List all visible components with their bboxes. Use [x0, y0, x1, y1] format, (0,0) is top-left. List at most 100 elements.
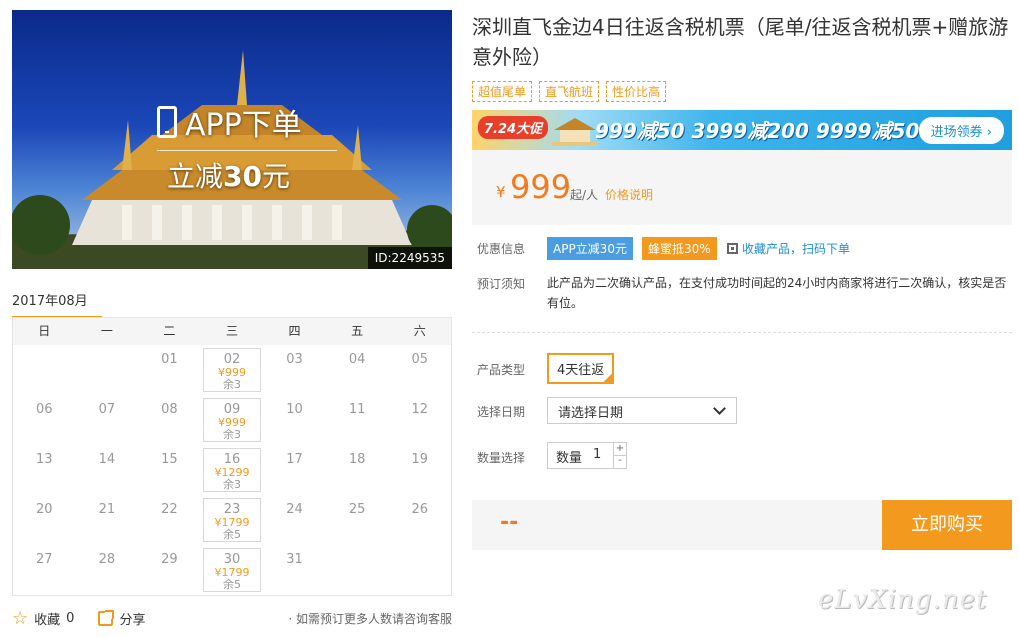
calendar-day: 12	[388, 395, 451, 445]
chevron-down-icon	[713, 402, 726, 415]
honey-discount-badge: 蜂蜜抵30%	[642, 237, 717, 260]
weekday-label: 日	[38, 324, 51, 338]
calendar-day: 05	[388, 345, 451, 395]
product-hero-image: APP下单 立减30元 ID:2249535	[12, 10, 452, 269]
total-price: --	[500, 510, 519, 535]
calendar-month-tab[interactable]: 2017年08月	[12, 290, 102, 319]
day-number: 24	[286, 502, 303, 517]
date-select[interactable]: 请选择日期	[547, 397, 737, 424]
quantity-decrease-button[interactable]: -	[613, 455, 626, 468]
quantity-label: 数量选择	[477, 451, 526, 465]
calendar-day: 07	[76, 395, 139, 445]
calendar-day: 11	[326, 395, 389, 445]
notice-label: 预订须知	[477, 277, 526, 291]
calendar-day: 18	[326, 445, 389, 495]
left-footer: ☆ 收藏 0 分享 · 如需预订更多人数请咨询客服	[12, 609, 452, 628]
weekday-label: 六	[413, 324, 426, 338]
price-unit: 起/人	[570, 188, 599, 202]
day-number: 17	[286, 452, 303, 467]
calendar-day: 10	[263, 395, 326, 445]
promo-banner[interactable]: 7.24大促 999减50 3999减200 9999减500 进场领券 ›	[472, 110, 1012, 150]
quantity-stepper[interactable]: 数量 1 + -	[547, 442, 627, 469]
get-coupon-button[interactable]: 进场领券 ›	[918, 117, 1004, 144]
day-number: 08	[161, 402, 178, 417]
product-tag: 直飞航班	[539, 81, 600, 102]
calendar-day: 19	[388, 445, 451, 495]
site-watermark: eLvXing.net	[818, 585, 988, 615]
day-number: 31	[286, 552, 303, 567]
day-number: 14	[98, 452, 116, 467]
calendar-day-available[interactable]: 30 ¥1799 余5	[202, 548, 262, 592]
day-number: 22	[161, 502, 178, 517]
calendar-weekday-header: 日一二三四五六	[13, 318, 451, 345]
calendar-day: 24	[263, 495, 326, 545]
weekday-label: 四	[288, 324, 301, 338]
product-tag: 超值尾单	[472, 81, 533, 102]
product-type-option-selected[interactable]: 4天往返	[547, 353, 615, 384]
favorite-count: 0	[66, 611, 75, 626]
calendar-day-available[interactable]: 02 ¥999 余3	[202, 348, 262, 392]
promo-line2: 立减30元	[167, 160, 290, 193]
promo-divider	[157, 150, 337, 151]
share-button[interactable]: 分享	[98, 609, 145, 628]
day-number: 10	[286, 402, 303, 417]
star-icon: ☆	[12, 607, 29, 629]
day-number: 03	[286, 352, 303, 367]
banner-slogan: 999减50 3999减200 9999减500	[595, 119, 934, 143]
qr-order-text: 收藏产品，扫码下单	[742, 242, 851, 256]
calendar-day-available[interactable]: 16 ¥1299 余3	[202, 448, 262, 492]
calendar-day: 27	[13, 545, 76, 595]
app-discount-badge: APP立减30元	[547, 237, 633, 260]
purchase-bar: -- 立即购买	[472, 500, 1012, 550]
day-number: 05	[411, 352, 428, 367]
calendar-day: 29	[138, 545, 201, 595]
day-remaining: 余3	[222, 378, 241, 391]
day-number: 23	[223, 502, 241, 517]
day-number: 21	[98, 502, 116, 517]
calendar-day: 31	[263, 545, 326, 595]
price-explanation-link[interactable]: 价格说明	[605, 186, 653, 203]
day-number: 01	[161, 352, 178, 367]
calendar-day: 03	[263, 345, 326, 395]
day-number: 27	[36, 552, 53, 567]
share-label: 分享	[119, 613, 146, 628]
calendar-day: 28	[76, 545, 139, 595]
calendar-day-available[interactable]: 23 ¥1799 余5	[202, 498, 262, 542]
weekday-label: 一	[100, 324, 113, 338]
favorite-button[interactable]: ☆ 收藏 0	[12, 609, 74, 628]
app-promo-overlay: APP下单 立减30元	[157, 100, 337, 195]
weekday-label: 三	[225, 324, 238, 338]
product-title: 深圳直飞金边4日往返含税机票（尾单/往返含税机票+赠旅游意外险）	[472, 15, 1009, 69]
day-number: 30	[223, 552, 241, 567]
calendar-day: 17	[263, 445, 326, 495]
calendar-day-available[interactable]: 09 ¥999 余3	[202, 398, 262, 442]
day-number: 09	[223, 402, 241, 417]
contact-service-note: · 如需预订更多人数请咨询客服	[288, 612, 452, 626]
day-remaining: 余5	[222, 578, 241, 591]
calendar-day-empty	[13, 345, 76, 395]
day-number: 07	[98, 402, 116, 417]
booking-notice-text: 此产品为二次确认产品，在支付成功时间起的24小时内商家将进行二次确认，核实是否有…	[547, 276, 1007, 310]
day-number: 25	[348, 502, 366, 517]
day-number: 18	[348, 452, 366, 467]
day-remaining: 余5	[222, 528, 241, 541]
buy-now-button[interactable]: 立即购买	[882, 500, 1012, 550]
quantity-value[interactable]: 1	[593, 447, 601, 462]
calendar-day: 14	[76, 445, 139, 495]
product-tags: 超值尾单 直飞航班 性价比高	[472, 81, 667, 102]
calendar-day: 13	[13, 445, 76, 495]
offers-label: 优惠信息	[477, 242, 526, 256]
sale-badge: 7.24大促	[478, 116, 549, 139]
day-number: 29	[161, 552, 178, 567]
calendar-day: 08	[138, 395, 201, 445]
qr-order-link[interactable]: 收藏产品，扫码下单	[727, 240, 850, 257]
day-number: 15	[161, 452, 178, 467]
currency-symbol: ¥	[496, 183, 506, 201]
calendar-grid: 01 02 ¥999 余3 03 04 05 06 07 08 09 ¥999 余3 10 11 12 13 14…	[13, 345, 451, 595]
phone-icon	[157, 106, 177, 138]
day-number: 16	[223, 452, 241, 467]
calendar-day: 25	[326, 495, 389, 545]
product-tag: 性价比高	[606, 81, 667, 102]
promo-line1: APP下单	[185, 108, 302, 143]
product-id-tag: ID:2249535	[367, 247, 452, 269]
